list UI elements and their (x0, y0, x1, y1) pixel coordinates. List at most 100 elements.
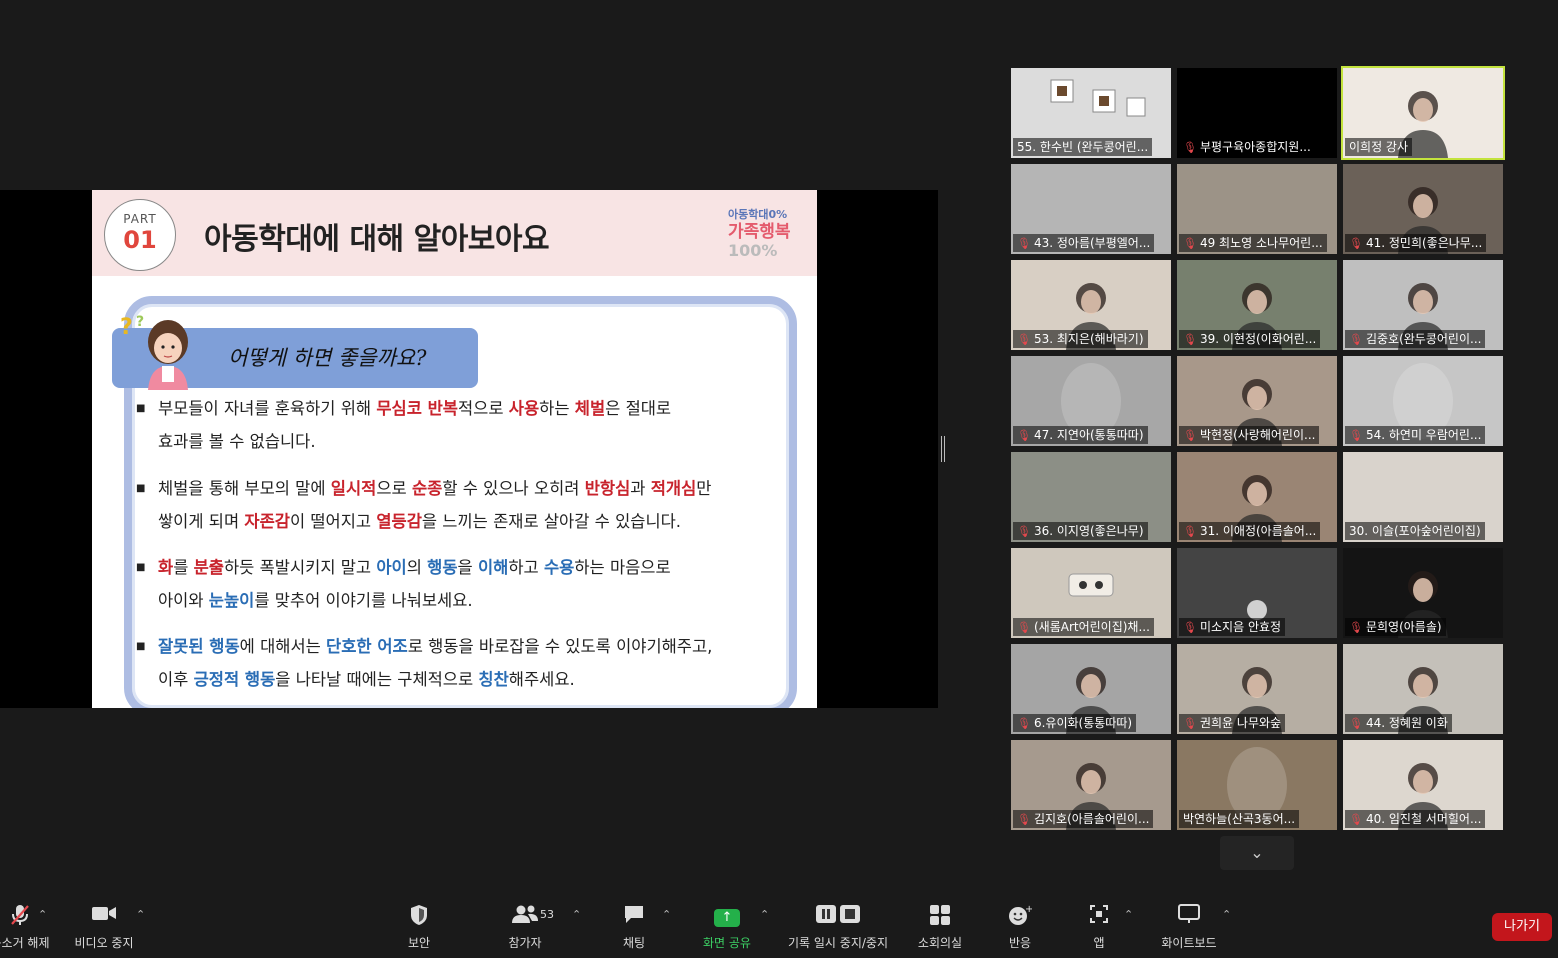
participant-tile[interactable]: 🎙 김중호(완두콩어린이... (1343, 260, 1503, 350)
share-screen-icon: ↑ (698, 904, 756, 928)
leave-button[interactable]: 나가기 (1492, 913, 1552, 941)
unmute-button[interactable]: 음소거 해제 (0, 904, 60, 951)
participant-name: 🎙 53. 최지은(해바라기) (1013, 330, 1148, 348)
video-camera-icon (70, 904, 138, 928)
participant-tile[interactable]: 🎙 권희윤 나무와숲 (1177, 644, 1337, 734)
muted-microphone-icon: 🎙 (1349, 717, 1363, 730)
participant-name: 🎙 41. 정민희(좋은나무... (1345, 234, 1487, 252)
participant-tile[interactable]: 🎙 부평구육아종합지원... (1177, 68, 1337, 158)
highlighted-text: 긍정적 행동 (193, 670, 276, 689)
participant-tile[interactable]: 이희정 강사 (1341, 66, 1505, 160)
participant-name-text: 44. 정혜원 이화 (1365, 716, 1448, 730)
participant-tile[interactable]: 30. 이슬(포아숲어린이집) (1343, 452, 1503, 542)
apps-icon (1084, 904, 1114, 928)
participant-tile[interactable]: 🎙 (새롬Art어린이집)채... (1011, 548, 1171, 638)
video-options-caret-icon[interactable]: ⌃ (136, 908, 145, 921)
participant-tile[interactable]: 🎙 문희영(아름솔) (1343, 548, 1503, 638)
participants-options-caret-icon[interactable]: ⌃ (572, 908, 581, 921)
split-view-resize-handle[interactable] (941, 436, 945, 462)
security-button[interactable]: 보안 (398, 904, 440, 951)
muted-microphone-icon: 🎙 (1349, 237, 1363, 250)
text-segment: 아이와 (158, 591, 209, 610)
participant-tile[interactable]: 🎙 36. 이지영(좋은나무) (1011, 452, 1171, 542)
participant-name: 🎙 김지호(아름솔어린이... (1013, 810, 1154, 828)
highlighted-text: 분출 (193, 558, 224, 577)
participant-tile[interactable]: 🎙 김지호(아름솔어린이... (1011, 740, 1171, 830)
text-segment: 이후 (158, 670, 194, 689)
chat-button[interactable]: 채팅 (614, 904, 654, 951)
bullet-3: ■ 화를 분출하듯 폭발시키지 말고 아이의 행동을 이해하고 수용하는 마음으… (136, 551, 780, 617)
text-segment: 쌓이게 되며 (158, 512, 245, 531)
text-segment: 이 떨어지고 (289, 512, 377, 531)
participant-tile[interactable]: 55. 한수빈 (완두콩어린... (1011, 68, 1171, 158)
participant-name: 🎙 미소지음 안효정 (1179, 618, 1286, 636)
whiteboard-icon (1154, 904, 1224, 928)
participant-tile[interactable]: 🎙 49 최노영 소나무어린... (1177, 164, 1337, 254)
muted-microphone-icon: 🎙 (1183, 237, 1197, 250)
muted-microphone-icon: 🎙 (1349, 621, 1363, 634)
audio-options-caret-icon[interactable]: ⌃ (38, 908, 47, 921)
shield-icon (398, 904, 440, 928)
participant-name-text: (새롬Art어린이집)채... (1033, 620, 1150, 634)
share-options-caret-icon[interactable]: ⌃ (760, 908, 769, 921)
bullet-marker: ■ (136, 483, 146, 494)
participant-name: 🎙 40. 임진철 서머힐어... (1345, 810, 1486, 828)
participant-tile[interactable]: 🎙 44. 정혜원 이화 (1343, 644, 1503, 734)
participant-tile[interactable]: 🎙 54. 하연미 우람어린... (1343, 356, 1503, 446)
recording-controls[interactable]: 기록 일시 중지/중지 (784, 904, 892, 951)
share-screen-button[interactable]: ↑ 화면 공유 (698, 904, 756, 951)
bullet-line: 쌓이게 되며 자존감이 떨어지고 열등감을 느끼는 존재로 살아갈 수 있습니다… (140, 505, 780, 538)
whiteboard-button[interactable]: 화이트보드 (1154, 904, 1224, 951)
participant-tile[interactable]: 🎙 53. 최지은(해바라기) (1011, 260, 1171, 350)
chat-options-caret-icon[interactable]: ⌃ (662, 908, 671, 921)
text-segment: 을 느끼는 존재로 살아갈 수 있습니다. (421, 512, 682, 531)
participant-name: 🎙 김중호(완두콩어린이... (1345, 330, 1486, 348)
text-segment: 로 행동을 바로잡을 수 있도록 이야기해주고, (407, 637, 713, 656)
next-page-chevron-down-icon[interactable]: ⌄ (1220, 836, 1294, 870)
part-label: PART (123, 212, 157, 226)
highlighted-text: 행동 (427, 558, 458, 577)
apps-button[interactable]: 앱 (1084, 904, 1114, 951)
recording-label: 기록 일시 중지/중지 (788, 936, 888, 950)
participant-tile[interactable]: 🎙 43. 정아름(부평엘어... (1011, 164, 1171, 254)
participant-name-text: 박현정(사랑해어린이... (1199, 428, 1316, 442)
participant-tile[interactable]: 🎙 39. 이현정(이화어린... (1177, 260, 1337, 350)
participant-name-text: 43. 정아름(부평엘어... (1033, 236, 1151, 250)
part-badge: PART 01 (104, 199, 176, 271)
participant-tile[interactable]: 박연하늘(산곡3동어... (1177, 740, 1337, 830)
stop-video-button[interactable]: 비디오 중지 (70, 904, 138, 951)
participant-name: 🎙 권희윤 나무와숲 (1179, 714, 1286, 732)
participant-tile[interactable]: 🎙 47. 지연아(통통따따) (1011, 356, 1171, 446)
bullet-line: 부모들이 자녀를 훈육하기 위해 무심코 반복적으로 사용하는 체벌은 절대로 (140, 392, 780, 425)
reactions-button[interactable]: + 반응 (1002, 904, 1038, 951)
bullet-line: 잘못된 행동에 대해서는 단호한 어조로 행동을 바로잡을 수 있도록 이야기해… (140, 630, 780, 663)
question-heading: 어떻게 하면 좋을까요? (228, 346, 427, 370)
participant-tile[interactable]: 🎙 31. 이애정(아름솔어... (1177, 452, 1337, 542)
participant-name-text: 권희윤 나무와숲 (1199, 716, 1282, 730)
participant-tile[interactable]: 🎙 6.유이화(통통따따) (1011, 644, 1171, 734)
participant-tile[interactable]: 🎙 박현정(사랑해어린이... (1177, 356, 1337, 446)
participant-name: 🎙 31. 이애정(아름솔어... (1179, 522, 1321, 540)
presentation-slide: PART 01 아동학대에 대해 알아보아요 아동학대0% 가족행복 100% … (92, 190, 817, 708)
muted-microphone-icon: 🎙 (1017, 717, 1031, 730)
participant-tile[interactable]: 🎙 미소지음 안효정 (1177, 548, 1337, 638)
muted-microphone-icon: 🎙 (1017, 525, 1031, 538)
highlighted-text: 무심코 반복 (376, 399, 458, 418)
text-segment: 효과를 볼 수 없습니다. (158, 432, 316, 451)
shared-screen: PART 01 아동학대에 대해 알아보아요 아동학대0% 가족행복 100% … (0, 190, 938, 708)
apps-options-caret-icon[interactable]: ⌃ (1124, 908, 1133, 921)
part-number: 01 (123, 226, 157, 254)
participant-name: 🎙 43. 정아름(부평엘어... (1013, 234, 1155, 252)
muted-microphone-icon: 🎙 (1017, 237, 1031, 250)
highlighted-text: 아이 (376, 558, 407, 577)
brand-line-2: 가족행복 (728, 222, 791, 242)
participant-tile[interactable]: 🎙 40. 임진철 서머힐어... (1343, 740, 1503, 830)
whiteboard-options-caret-icon[interactable]: ⌃ (1222, 908, 1231, 921)
text-segment: 적으로 (457, 399, 509, 418)
highlighted-text: 이해 (477, 558, 509, 577)
muted-microphone-icon: 🎙 (1183, 333, 1197, 346)
breakout-rooms-button[interactable]: 소회의실 (912, 904, 968, 951)
bullet-1: ■ 부모들이 자녀를 훈육하기 위해 무심코 반복적으로 사용하는 체벌은 절대… (136, 392, 780, 458)
muted-microphone-icon: 🎙 (1183, 141, 1197, 154)
participant-tile[interactable]: 🎙 41. 정민희(좋은나무... (1343, 164, 1503, 254)
